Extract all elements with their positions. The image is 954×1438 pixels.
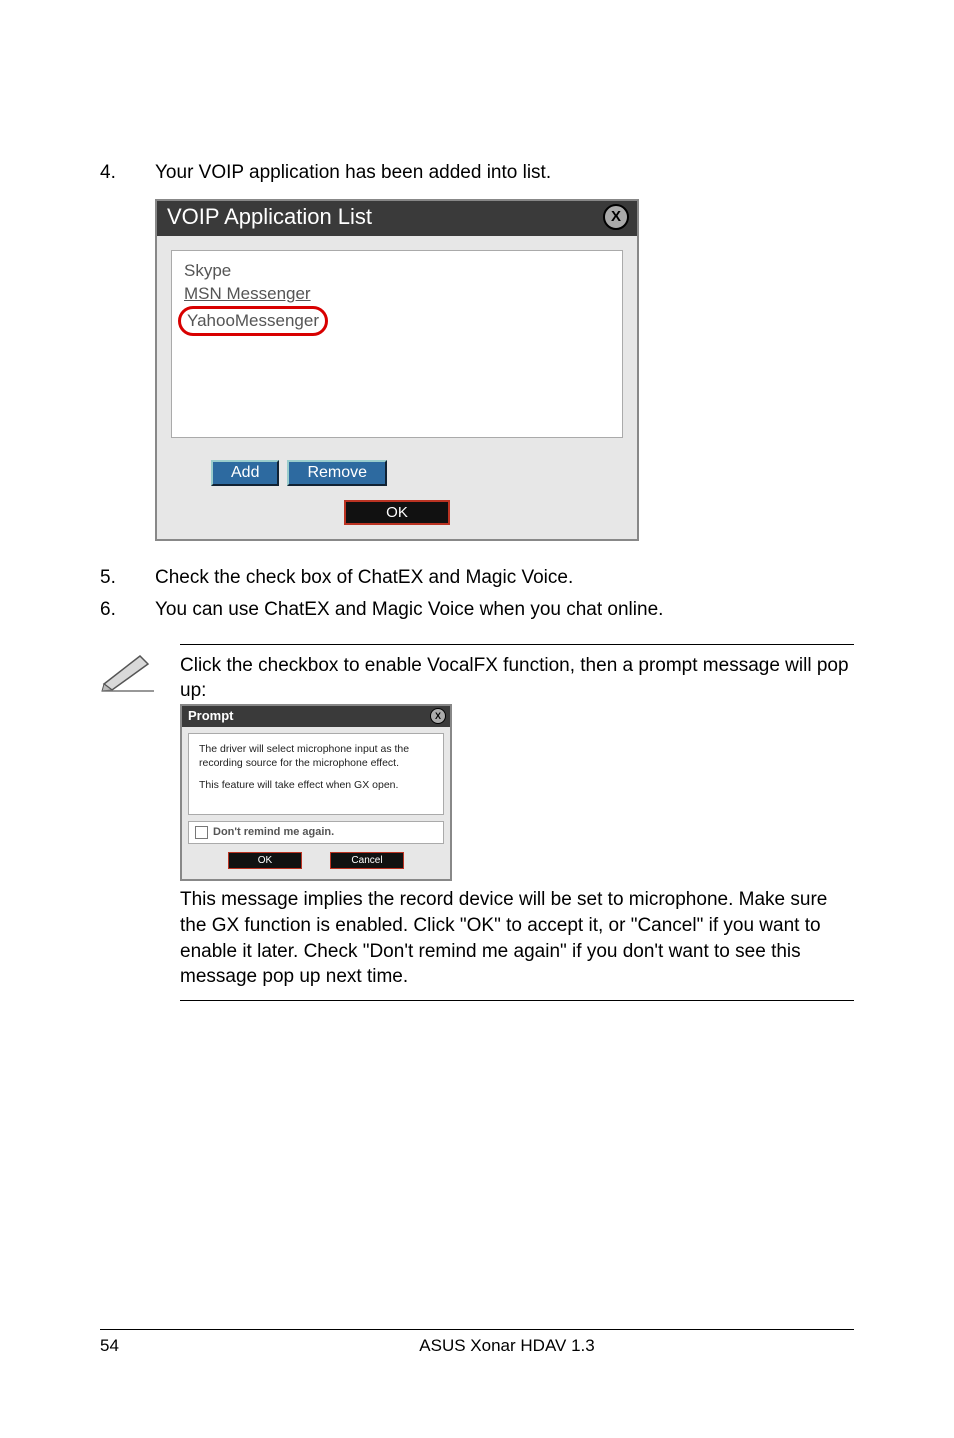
- close-icon[interactable]: X: [430, 708, 446, 724]
- note-text-after: This message implies the record device w…: [180, 887, 854, 990]
- note-content: Click the checkbox to enable VocalFX fun…: [180, 644, 854, 1001]
- voip-dialog-title: VOIP Application List: [167, 204, 372, 230]
- prompt-titlebar: Prompt X: [182, 706, 450, 727]
- prompt-title: Prompt: [188, 707, 234, 725]
- prompt-body: The driver will select microphone input …: [182, 727, 450, 880]
- step-4: 4. Your VOIP application has been added …: [100, 160, 854, 187]
- dont-remind-row[interactable]: Don't remind me again.: [188, 821, 444, 844]
- page-footer: 54 ASUS Xonar HDAV 1.3: [100, 1329, 854, 1356]
- step-5: 5. Check the check box of ChatEX and Mag…: [100, 565, 854, 592]
- dont-remind-checkbox[interactable]: [195, 826, 208, 839]
- page-number: 54: [100, 1336, 160, 1356]
- voip-app-listbox[interactable]: Skype MSN Messenger YahooMessenger: [171, 250, 623, 438]
- step-4-text: Your VOIP application has been added int…: [155, 160, 854, 187]
- list-item[interactable]: Skype: [184, 259, 610, 283]
- step-6-num: 6.: [100, 597, 155, 624]
- step-4-num: 4.: [100, 160, 155, 187]
- step-6: 6. You can use ChatEX and Magic Voice wh…: [100, 597, 854, 624]
- voip-list-dialog: VOIP Application List X Skype MSN Messen…: [155, 199, 639, 541]
- step-5-text: Check the check box of ChatEX and Magic …: [155, 565, 854, 592]
- ok-button[interactable]: OK: [344, 500, 450, 525]
- list-item[interactable]: MSN Messenger: [184, 282, 610, 306]
- voip-dialog-titlebar: VOIP Application List X: [157, 201, 637, 236]
- dont-remind-label: Don't remind me again.: [213, 825, 334, 840]
- add-button[interactable]: Add: [211, 460, 279, 486]
- list-item-highlighted[interactable]: YahooMessenger: [178, 306, 328, 336]
- note-text-before: Click the checkbox to enable VocalFX fun…: [180, 653, 854, 704]
- prompt-msg-line2: This feature will take effect when GX op…: [199, 778, 433, 792]
- voip-dialog-body: Skype MSN Messenger YahooMessenger Add R…: [157, 236, 637, 539]
- remove-button[interactable]: Remove: [287, 460, 387, 486]
- close-icon[interactable]: X: [603, 204, 629, 230]
- prompt-msg-line1: The driver will select microphone input …: [199, 742, 433, 770]
- prompt-message-box: The driver will select microphone input …: [188, 733, 444, 816]
- pencil-note-icon: [100, 644, 158, 1001]
- step-5-num: 5.: [100, 565, 155, 592]
- prompt-dialog: Prompt X The driver will select micropho…: [180, 704, 452, 881]
- prompt-cancel-button[interactable]: Cancel: [330, 852, 404, 870]
- step-6-text: You can use ChatEX and Magic Voice when …: [155, 597, 854, 624]
- footer-title: ASUS Xonar HDAV 1.3: [160, 1336, 854, 1356]
- note-block: Click the checkbox to enable VocalFX fun…: [100, 644, 854, 1001]
- prompt-ok-button[interactable]: OK: [228, 852, 302, 870]
